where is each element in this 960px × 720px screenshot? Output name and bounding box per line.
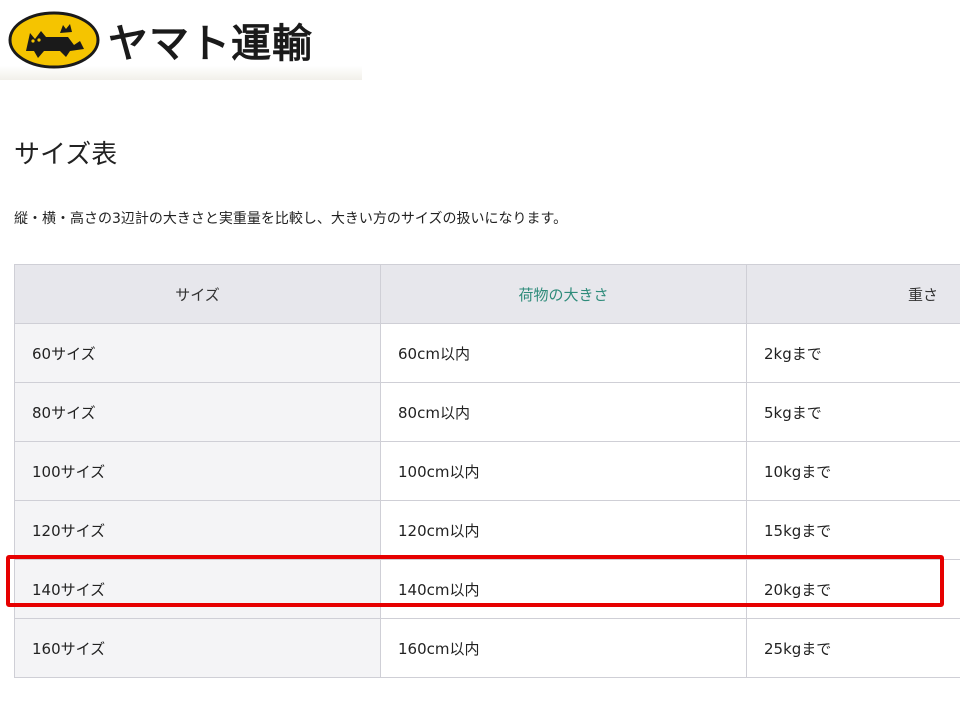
cell-dimensions: 100cm以内	[380, 441, 747, 501]
cell-size: 140サイズ	[14, 559, 381, 619]
cell-weight: 10kgまで	[746, 441, 960, 501]
cell-dimensions: 140cm以内	[380, 559, 747, 619]
size-table: サイズ 荷物の大きさ 重さ 60サイズ 60cm以内 2kgまで 80サイズ 8…	[14, 264, 960, 678]
page: ヤマト運輸 サイズ表 縦・横・高さの3辺計の大きさと実重量を比較し、大きい方のサ…	[0, 0, 960, 720]
cell-weight: 20kgまで	[746, 559, 960, 619]
cell-size: 80サイズ	[14, 382, 381, 442]
cell-weight: 5kgまで	[746, 382, 960, 442]
table-row: 120サイズ 120cm以内 15kgまで	[14, 500, 960, 560]
cell-size: 160サイズ	[14, 618, 381, 678]
table-row: 80サイズ 80cm以内 5kgまで	[14, 382, 960, 442]
description: 縦・横・高さの3辺計の大きさと実重量を比較し、大きい方のサイズの扱いになります。	[14, 211, 568, 227]
cell-weight: 15kgまで	[746, 500, 960, 560]
header-size: サイズ	[14, 264, 381, 324]
table-row-highlighted: 140サイズ 140cm以内 20kgまで	[14, 559, 960, 619]
cell-size: 100サイズ	[14, 441, 381, 501]
table-row: 100サイズ 100cm以内 10kgまで	[14, 441, 960, 501]
table-row: 60サイズ 60cm以内 2kgまで	[14, 323, 960, 383]
cell-weight: 25kgまで	[746, 618, 960, 678]
cell-dimensions: 120cm以内	[380, 500, 747, 560]
table-header-row: サイズ 荷物の大きさ 重さ	[14, 264, 960, 324]
header-weight: 重さ	[746, 264, 960, 324]
table-row: 160サイズ 160cm以内 25kgまで	[14, 618, 960, 678]
page-title: サイズ表	[14, 140, 118, 170]
logo-bar: ヤマト運輸	[0, 0, 362, 80]
cell-dimensions: 160cm以内	[380, 618, 747, 678]
header-dimensions: 荷物の大きさ	[380, 264, 747, 324]
logo-text: ヤマト運輸	[108, 21, 313, 67]
cell-dimensions: 60cm以内	[380, 323, 747, 383]
cell-size: 60サイズ	[14, 323, 381, 383]
cell-dimensions: 80cm以内	[380, 382, 747, 442]
black-cat-logo-icon	[8, 11, 100, 69]
cell-size: 120サイズ	[14, 500, 381, 560]
cell-weight: 2kgまで	[746, 323, 960, 383]
